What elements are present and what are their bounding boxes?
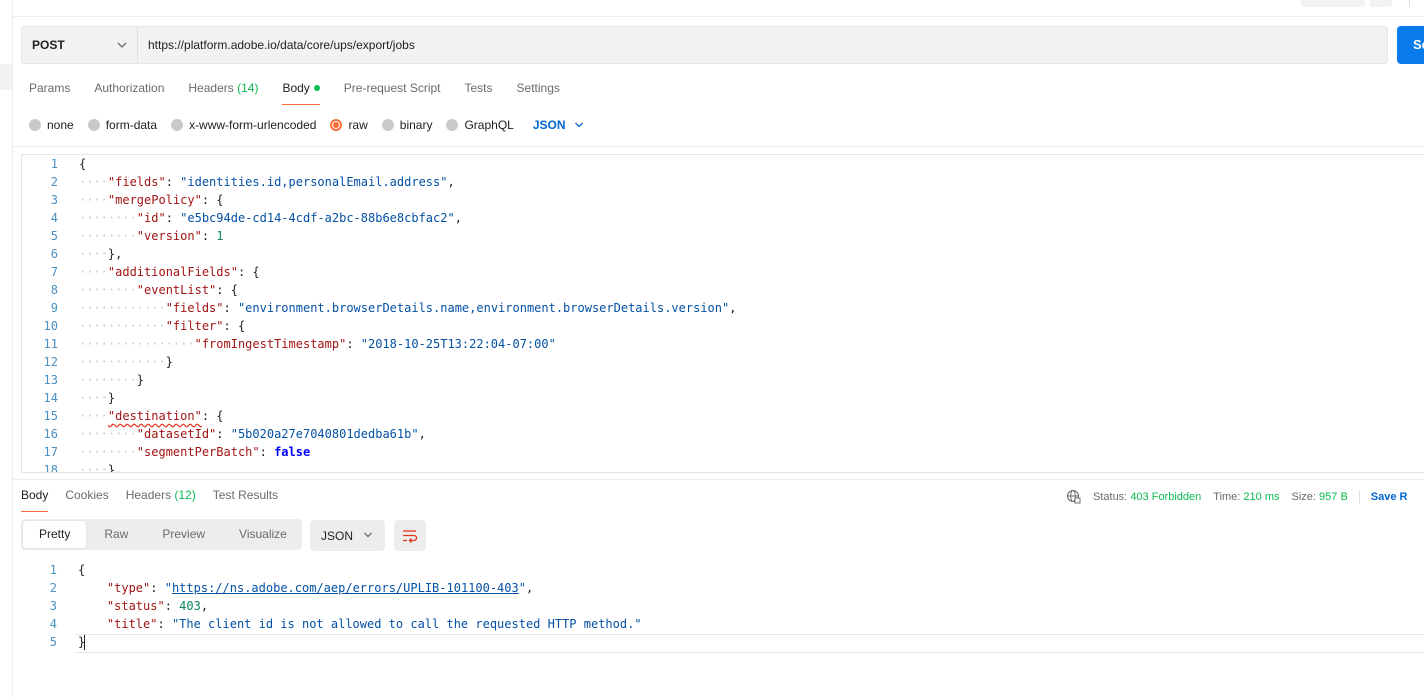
radio-label: GraphQL	[464, 118, 514, 132]
view-raw[interactable]: Raw	[88, 521, 144, 548]
body-type-graphql[interactable]: GraphQL	[446, 118, 514, 132]
size-label: Size:	[1291, 490, 1316, 503]
request-body-editor[interactable]: 1{ 2 ····"fields": "identities.id,persona…	[21, 154, 1424, 473]
body-type-urlencoded[interactable]: x-www-form-urlencoded	[171, 118, 316, 132]
radio-selected-icon	[330, 119, 343, 131]
format-label: JSON	[532, 118, 566, 132]
tab-label: Test Results	[212, 488, 279, 502]
tab-body[interactable]: Body	[282, 81, 321, 105]
tab-cookies[interactable]: Cookies	[65, 488, 108, 512]
radio-label: raw	[348, 118, 368, 132]
tab-response-body[interactable]: Body	[21, 488, 49, 512]
wrap-lines-icon	[403, 530, 418, 543]
chevron-down-icon	[117, 42, 127, 48]
tab-label: Pre-request Script	[343, 81, 441, 95]
tab-label: Headers	[188, 81, 234, 95]
tab-pre-request-script[interactable]: Pre-request Script	[344, 81, 441, 105]
radio-icon	[87, 119, 100, 131]
body-format-dropdown[interactable]: JSON	[533, 118, 584, 132]
request-bar: POST https://platform.adobe.io/data/core…	[21, 26, 1388, 64]
status-value[interactable]: 403 Forbidden	[1130, 491, 1201, 503]
radio-label: binary	[399, 118, 433, 132]
tab-params[interactable]: Params	[29, 81, 70, 105]
send-button[interactable]: Se	[1397, 26, 1424, 64]
view-preview[interactable]: Preview	[146, 521, 221, 548]
tab-settings[interactable]: Settings	[517, 81, 560, 105]
url-input[interactable]: https://platform.adobe.io/data/core/ups/…	[148, 38, 415, 52]
text-caret	[84, 635, 85, 650]
tab-response-headers[interactable]: Headers (12)	[126, 488, 196, 512]
divider	[12, 146, 1424, 147]
error-type-link[interactable]: https://ns.adobe.com/aep/errors/UPLIB-10…	[172, 581, 519, 595]
tab-label: Cookies	[65, 488, 109, 502]
response-view-selector: Pretty Raw Preview Visualize	[21, 519, 302, 550]
tab-authorization[interactable]: Authorization	[94, 81, 164, 105]
request-tabs: Params Authorization Headers (14) Body P…	[29, 81, 584, 105]
tab-label: Tests	[464, 81, 493, 95]
radio-icon	[446, 119, 459, 131]
left-sidebar-edge	[0, 0, 13, 698]
sidebar-marker	[0, 64, 12, 90]
time-label: Time:	[1213, 490, 1241, 503]
response-status-bar: Status: 403 Forbidden Time: 210 ms Size:…	[1066, 489, 1407, 504]
wrap-lines-button[interactable]	[394, 520, 426, 551]
globe-icon[interactable]	[1066, 489, 1081, 504]
response-tabs: Body Cookies Headers (12) Test Results	[21, 488, 295, 512]
tab-count-badge: (14)	[237, 81, 259, 95]
status-label: Status:	[1093, 490, 1128, 503]
tab-label: Headers	[125, 488, 172, 502]
radio-icon	[171, 119, 184, 131]
tab-label: Body	[282, 81, 310, 95]
tab-label: Authorization	[94, 81, 165, 95]
view-pretty[interactable]: Pretty	[23, 521, 87, 548]
divider	[12, 16, 1424, 17]
radio-label: x-www-form-urlencoded	[189, 118, 317, 132]
chevron-down-icon	[364, 532, 372, 538]
tab-count-badge: (12)	[174, 488, 196, 502]
top-toolbar-button-small[interactable]	[1370, 0, 1392, 7]
chevron-down-icon	[574, 122, 583, 128]
radio-icon	[29, 119, 41, 131]
top-toolbar-divider	[1409, 0, 1410, 7]
body-type-form-data[interactable]: form-data	[87, 118, 158, 132]
size-value[interactable]: 957 B	[1319, 491, 1348, 503]
radio-icon	[381, 119, 394, 131]
body-type-none[interactable]: none	[29, 118, 74, 132]
divider	[1358, 489, 1360, 504]
top-toolbar-button[interactable]	[1301, 0, 1365, 7]
tab-tests[interactable]: Tests	[465, 81, 493, 105]
time-value[interactable]: 210 ms	[1243, 491, 1279, 503]
current-line-highlight	[75, 634, 1424, 653]
method-select[interactable]: POST	[22, 27, 138, 63]
response-body-viewer[interactable]: 1{ 2 "type": "https://ns.adobe.com/aep/e…	[21, 560, 1424, 653]
tab-label: Settings	[516, 81, 560, 95]
send-label: Se	[1413, 37, 1424, 52]
body-type-raw[interactable]: raw	[330, 118, 368, 132]
tab-test-results[interactable]: Test Results	[213, 488, 278, 512]
divider	[12, 479, 1424, 480]
tab-headers[interactable]: Headers (14)	[188, 81, 258, 105]
tab-label: Params	[29, 81, 71, 95]
response-format-dropdown[interactable]: JSON	[310, 520, 385, 551]
view-visualize[interactable]: Visualize	[223, 521, 303, 548]
save-response-button[interactable]: Save R	[1371, 491, 1408, 503]
radio-label: form-data	[105, 118, 158, 132]
body-type-binary[interactable]: binary	[381, 118, 433, 132]
modified-dot-icon	[313, 84, 320, 91]
format-label: JSON	[321, 529, 354, 543]
radio-label: none	[47, 118, 74, 132]
body-type-selector: none form-data x-www-form-urlencoded raw…	[29, 117, 584, 133]
tab-label: Body	[21, 488, 49, 502]
method-label: POST	[32, 38, 65, 52]
